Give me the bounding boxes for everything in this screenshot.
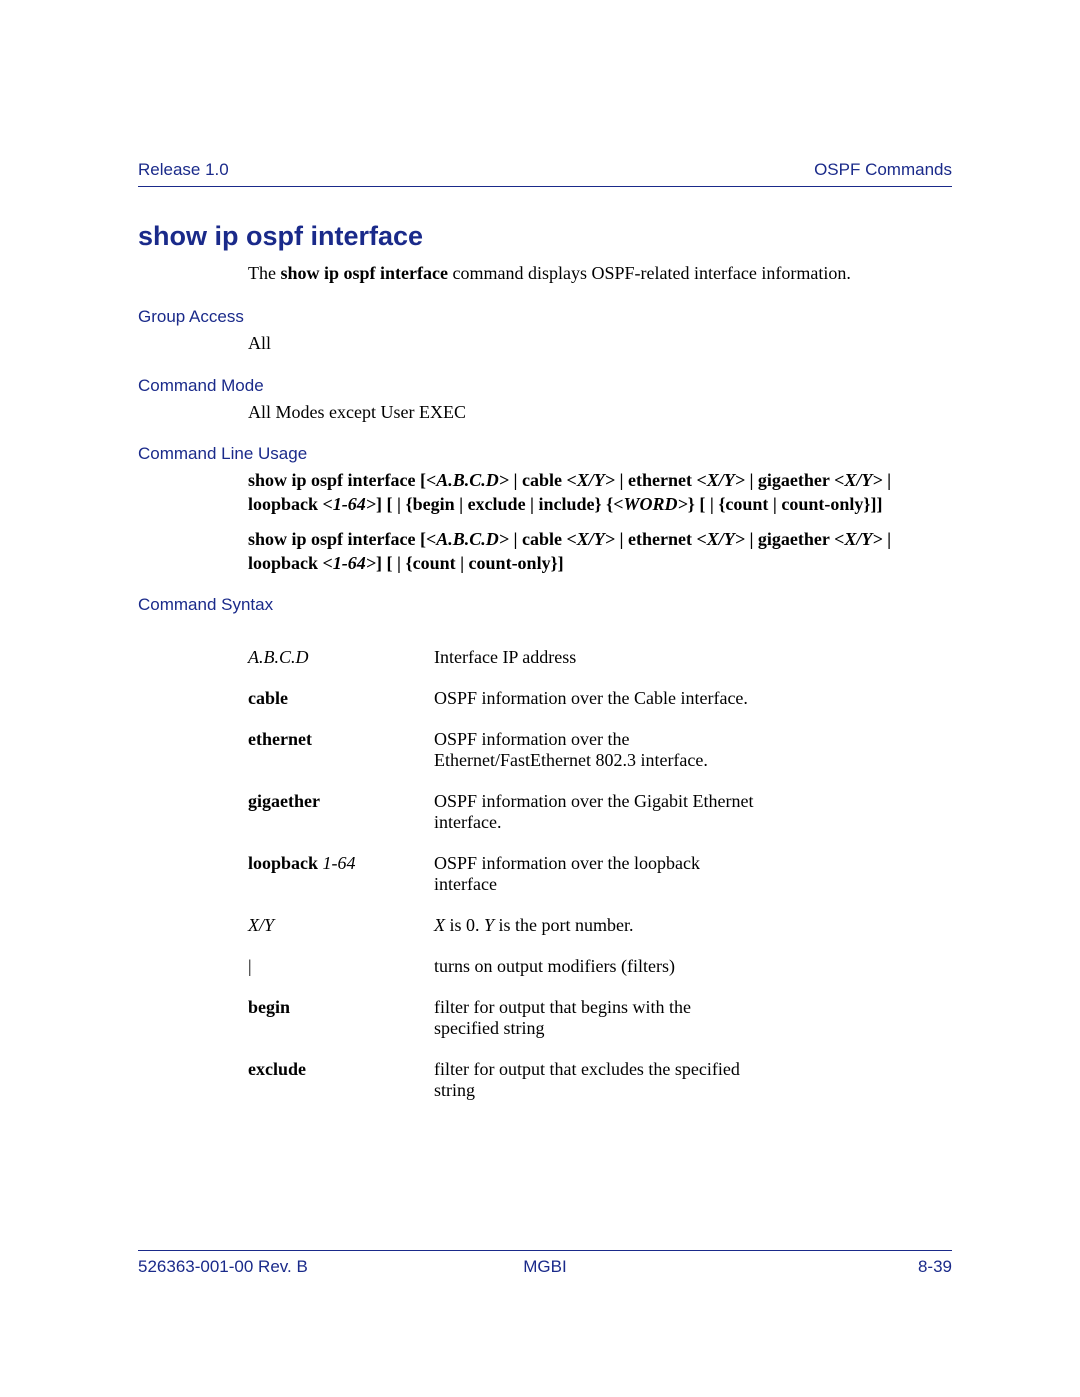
definition: X is 0. Y is the port number. <box>434 915 754 956</box>
u2-i4: <X/Y> <box>834 529 883 549</box>
table-row: gigaether OSPF information over the Giga… <box>248 791 754 853</box>
term: X/Y <box>248 915 274 935</box>
u1-p2: | cable <box>509 470 566 490</box>
intro-post: command displays OSPF-related interface … <box>448 263 851 283</box>
def-i2: Y <box>484 915 494 935</box>
section-group-access-label: Group Access <box>138 307 952 327</box>
table-row: begin filter for output that begins with… <box>248 997 754 1059</box>
section-command-syntax-label: Command Syntax <box>138 595 952 615</box>
u1-p6: ] [ | {begin | exclude | include} { <box>376 494 613 514</box>
definition: filter for output that begins with the s… <box>434 997 754 1059</box>
table-row: A.B.C.D Interface IP address <box>248 647 754 688</box>
section-group-access-body: All <box>248 331 952 355</box>
u1-i6: <WORD> <box>613 494 688 514</box>
term: | <box>248 956 252 976</box>
definition: OSPF information over the Gigabit Ethern… <box>434 791 754 853</box>
table-row: loopback 1-64 OSPF information over the … <box>248 853 754 915</box>
term: A.B.C.D <box>248 647 309 667</box>
table-row: | turns on output modifiers (filters) <box>248 956 754 997</box>
term: exclude <box>248 1059 306 1079</box>
section-command-mode-label: Command Mode <box>138 376 952 396</box>
table-row: ethernet OSPF information over the Ether… <box>248 729 754 791</box>
footer-right: 8-39 <box>918 1257 952 1277</box>
header-right: OSPF Commands <box>814 160 952 180</box>
u2-p4: | gigaether <box>745 529 834 549</box>
u2-i3: <X/Y> <box>696 529 745 549</box>
page-footer: 526363-001-00 Rev. B MGBI 8-39 <box>138 1250 952 1277</box>
u2-p3: | ethernet <box>615 529 696 549</box>
u2-p1: show ip ospf interface [ <box>248 529 426 549</box>
u1-p1: show ip ospf interface [ <box>248 470 426 490</box>
definition: Interface IP address <box>434 647 754 688</box>
definition: OSPF information over the Cable interfac… <box>434 688 754 729</box>
u1-i1: <A.B.C.D> <box>426 470 509 490</box>
definition: turns on output modifiers (filters) <box>434 956 754 997</box>
header-left: Release 1.0 <box>138 160 229 180</box>
table-row: cable OSPF information over the Cable in… <box>248 688 754 729</box>
section-command-mode-body: All Modes except User EXEC <box>248 400 952 424</box>
page-title: show ip ospf interface <box>138 221 952 252</box>
section-cli-usage-label: Command Line Usage <box>138 444 952 464</box>
u2-i1: <A.B.C.D> <box>426 529 509 549</box>
term: begin <box>248 997 290 1017</box>
u1-p3: | ethernet <box>615 470 696 490</box>
table-row: X/Y X is 0. Y is the port number. <box>248 915 754 956</box>
definition: OSPF information over the Ethernet/FastE… <box>434 729 754 791</box>
u2-i5: <1-64> <box>323 553 377 573</box>
term: cable <box>248 688 288 708</box>
u2-p6: ] [ | {count | count-only}] <box>376 553 564 573</box>
u1-p4: | gigaether <box>745 470 834 490</box>
term: loopback <box>248 853 318 873</box>
u1-i2: <X/Y> <box>567 470 616 490</box>
term: gigaether <box>248 791 320 811</box>
table-row: exclude filter for output that excludes … <box>248 1059 754 1121</box>
u1-p7: } [ | {count | count-only}]] <box>688 494 883 514</box>
u1-i3: <X/Y> <box>696 470 745 490</box>
intro-pre: The <box>248 263 280 283</box>
intro-paragraph: The show ip ospf interface command displ… <box>248 262 952 285</box>
usage-line-2: show ip ospf interface [<A.B.C.D> | cabl… <box>248 527 952 576</box>
def-post: is the port number. <box>494 915 633 935</box>
footer-left: 526363-001-00 Rev. B <box>138 1257 308 1277</box>
u2-p2: | cable <box>509 529 566 549</box>
definition: filter for output that excludes the spec… <box>434 1059 754 1121</box>
intro-cmd: show ip ospf interface <box>280 263 448 283</box>
usage-line-1: show ip ospf interface [<A.B.C.D> | cabl… <box>248 468 952 517</box>
u1-i5: <1-64> <box>323 494 377 514</box>
section-cli-usage-body: show ip ospf interface [<A.B.C.D> | cabl… <box>248 468 952 575</box>
u1-i4: <X/Y> <box>834 470 883 490</box>
u2-i2: <X/Y> <box>567 529 616 549</box>
term-suffix: 1-64 <box>318 853 356 873</box>
syntax-table: A.B.C.D Interface IP address cable OSPF … <box>248 647 754 1121</box>
definition: OSPF information over the loopback inter… <box>434 853 754 915</box>
def-mid: is 0. <box>445 915 484 935</box>
page-header: Release 1.0 OSPF Commands <box>138 160 952 187</box>
def-i1: X <box>434 915 445 935</box>
term: ethernet <box>248 729 312 749</box>
